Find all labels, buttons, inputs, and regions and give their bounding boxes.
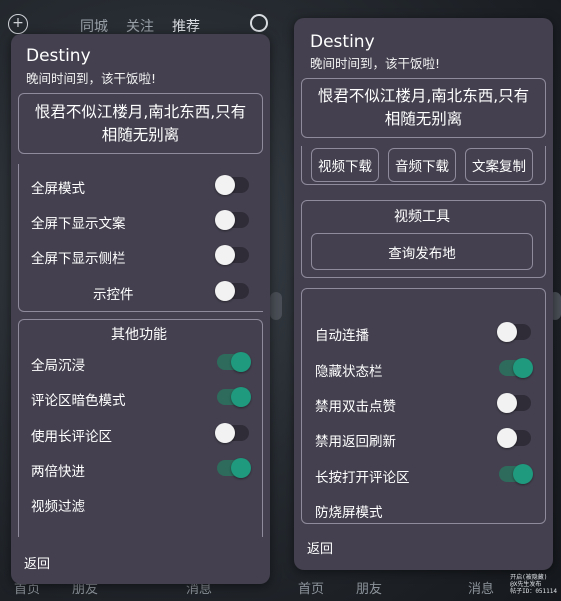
row-label: 使用长评论区 (31, 429, 112, 445)
long-press-comments-toggle[interactable] (499, 464, 533, 484)
row-label: 全屏下显示侧栏 (31, 251, 126, 267)
side-handle-left (270, 292, 282, 320)
quote-box: 恨君不似江楼月,南北东西,只有相随无别离 (18, 93, 263, 154)
fullscreen-sidebar-toggle[interactable] (215, 245, 249, 265)
long-comment-toggle[interactable] (215, 423, 249, 443)
tab-local: 同城 (80, 19, 108, 35)
nav-home-right: 首页 (298, 582, 325, 597)
quote-box: 恨君不似江楼月,南北东西,只有相随无别离 (301, 78, 546, 138)
panel-greeting: 晚间时间到，该干饭啦! (310, 56, 441, 71)
quote-text: 恨君不似江楼月,南北东西,只有相随无别离 (34, 102, 247, 144)
row-label: 隐藏状态栏 (315, 364, 383, 380)
row-label: 禁用返回刷新 (315, 434, 396, 450)
row-label: 两倍快进 (31, 464, 85, 480)
double-speed-toggle[interactable] (217, 458, 251, 478)
global-immersive-toggle[interactable] (217, 352, 251, 372)
panel-title: Destiny (310, 32, 375, 52)
video-filter-item[interactable]: 视频过滤 (31, 495, 85, 515)
fullscreen-caption-toggle[interactable] (215, 210, 249, 230)
disable-double-tap-like-toggle[interactable] (497, 393, 531, 413)
autoplay-toggle[interactable] (497, 322, 531, 342)
row-label: 全局沉浸 (31, 358, 85, 374)
panel-title: Destiny (26, 46, 91, 66)
download-audio-button[interactable]: 音频下载 (388, 148, 456, 182)
back-button[interactable]: 返回 (24, 553, 50, 572)
watermark-line: 帖子ID：051114 (510, 588, 557, 595)
panel-greeting: 晚间时间到，该干饭啦! (26, 71, 157, 86)
watermark: 开启(被隐藏) @X先生发布 帖子ID：051114 (510, 574, 557, 595)
disable-back-refresh-toggle[interactable] (497, 428, 531, 448)
row-label: 全屏下显示文案 (31, 216, 126, 232)
quote-text: 恨君不似江楼月,南北东西,只有相随无别离 (317, 87, 530, 128)
watermark-line: 开启(被隐藏) (510, 574, 548, 581)
settings-panel-right: Destiny 晚间时间到，该干饭啦! 恨君不似江楼月,南北东西,只有相随无别离… (294, 18, 553, 570)
show-controls-toggle[interactable] (215, 281, 249, 301)
row-label: 评论区暗色模式 (31, 393, 126, 409)
row-label: 全屏模式 (31, 181, 85, 197)
row-label: 自动连播 (315, 328, 369, 344)
download-video-button[interactable]: 视频下载 (311, 148, 379, 182)
tab-following: 关注 (126, 19, 154, 35)
row-label: 长按打开评论区 (315, 470, 410, 486)
add-icon: + (8, 14, 28, 34)
search-icon (250, 14, 268, 32)
comment-dark-mode-toggle[interactable] (217, 387, 251, 407)
section-title: 其他功能 (111, 327, 167, 343)
back-button[interactable]: 返回 (307, 538, 333, 557)
nav-friends-right: 朋友 (356, 582, 383, 597)
row-label: 禁用双击点赞 (315, 399, 396, 415)
nav-messages-right: 消息 (468, 582, 495, 597)
tab-recommend: 推荐 (172, 19, 200, 35)
hide-status-bar-toggle[interactable] (499, 358, 533, 378)
watermark-line: @X先生发布 (510, 581, 542, 588)
fullscreen-mode-toggle[interactable] (215, 175, 249, 195)
section-title: 视频工具 (394, 209, 450, 225)
settings-panel-left: Destiny 晚间时间到，该干饭啦! 恨君不似江楼月,南北东西,只有相随无别离… (11, 34, 270, 584)
query-location-button[interactable]: 查询发布地 (311, 233, 533, 270)
anti-burn-in-item[interactable]: 防烧屏模式 (315, 501, 383, 521)
row-label: 示控件 (93, 287, 134, 303)
copy-caption-button[interactable]: 文案复制 (465, 148, 533, 182)
